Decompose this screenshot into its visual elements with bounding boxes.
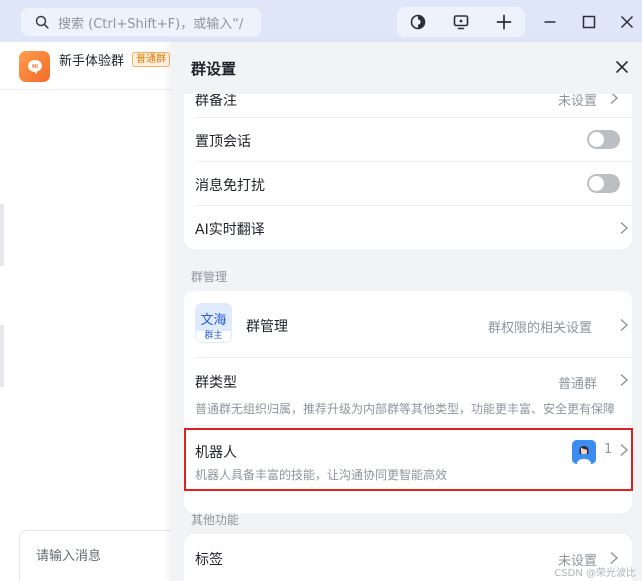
owner-avatar: 文海 群主 bbox=[195, 303, 232, 343]
pin-chat-row: 置顶会话 bbox=[184, 118, 632, 161]
mute-label: 消息免打扰 bbox=[195, 178, 265, 194]
close-window-button[interactable] bbox=[612, 7, 642, 37]
status-button[interactable] bbox=[403, 7, 433, 37]
group-manage-label: 群管理 bbox=[246, 319, 288, 335]
ai-translate-label: AI实时翻译 bbox=[195, 222, 265, 238]
owner-avatar-name: 文海 bbox=[200, 313, 227, 328]
section-label-group-manage: 群管理 bbox=[191, 270, 228, 284]
screen-icon bbox=[453, 15, 469, 30]
close-icon bbox=[620, 15, 634, 29]
chevron-right-icon bbox=[620, 221, 629, 235]
group-manage-value: 群权限的相关设置 bbox=[488, 321, 593, 336]
panel-header: 群设置 bbox=[171, 42, 642, 94]
section-label-other: 其他功能 bbox=[191, 513, 240, 527]
panel-close-button[interactable] bbox=[612, 57, 632, 77]
chat-area: Hi 新手体验群 普通群 请输入消息 bbox=[0, 42, 171, 581]
scroll-edge bbox=[0, 325, 4, 387]
pin-chat-toggle[interactable] bbox=[587, 130, 620, 149]
chat-bubble-icon: Hi bbox=[27, 59, 42, 74]
pin-chat-label: 置顶会话 bbox=[195, 134, 251, 150]
ai-translate-row[interactable]: AI实时翻译 bbox=[184, 206, 632, 249]
chat-header: Hi 新手体验群 普通群 bbox=[0, 42, 171, 90]
add-button[interactable] bbox=[489, 7, 519, 37]
chevron-right-icon bbox=[620, 373, 629, 387]
scroll-edge bbox=[0, 204, 4, 266]
minimize-button[interactable] bbox=[535, 7, 565, 37]
search-box[interactable]: 搜索 (Ctrl+Shift+F)，或输入“/ bbox=[21, 8, 261, 36]
watermark: CSDN @荣光波比 bbox=[554, 568, 636, 579]
group-name: 新手体验群 bbox=[59, 54, 125, 69]
robot-row-highlight bbox=[184, 428, 633, 491]
panel-title: 群设置 bbox=[191, 60, 237, 78]
maximize-button[interactable] bbox=[574, 7, 604, 37]
search-placeholder: 搜索 (Ctrl+Shift+F)，或输入“/ bbox=[58, 16, 244, 32]
status-icon bbox=[411, 14, 426, 30]
group-avatar[interactable]: Hi bbox=[19, 51, 50, 82]
group-manage-row[interactable]: 文海 群主 群管理 群权限的相关设置 bbox=[184, 291, 632, 357]
chevron-right-icon bbox=[610, 551, 619, 565]
group-type-value: 普通群 bbox=[558, 377, 598, 392]
group-type-desc: 普通群无组织归属，推荐升级为内部群等其他类型，功能更丰富、安全更有保障 bbox=[195, 402, 616, 416]
plus-icon bbox=[496, 14, 511, 30]
owner-avatar-role: 群主 bbox=[195, 330, 232, 343]
mute-toggle[interactable] bbox=[587, 174, 620, 193]
toolbar-group bbox=[397, 7, 525, 37]
chevron-right-icon bbox=[620, 318, 629, 332]
title-bar: 搜索 (Ctrl+Shift+F)，或输入“/ bbox=[0, 0, 642, 42]
group-type-row[interactable]: 群类型 普通群 普通群无组织归属，推荐升级为内部群等其他类型，功能更丰富、安全更… bbox=[184, 358, 632, 425]
search-icon bbox=[35, 15, 49, 29]
close-icon bbox=[615, 60, 629, 74]
mute-row: 消息免打扰 bbox=[184, 162, 632, 205]
message-input-placeholder: 请输入消息 bbox=[36, 549, 102, 564]
group-type-badge: 普通群 bbox=[132, 52, 170, 67]
svg-text:Hi: Hi bbox=[32, 64, 38, 70]
tags-label: 标签 bbox=[195, 552, 223, 568]
group-type-label: 群类型 bbox=[195, 375, 237, 391]
maximize-icon bbox=[582, 15, 596, 29]
message-input[interactable]: 请输入消息 bbox=[19, 530, 171, 581]
minimize-icon bbox=[544, 21, 556, 23]
group-settings-panel: 群备注 未设置 置顶会话 消息免打扰 AI实时翻译 群管理 文海 群主 群管理 … bbox=[171, 42, 642, 581]
screen-share-button[interactable] bbox=[446, 7, 476, 37]
